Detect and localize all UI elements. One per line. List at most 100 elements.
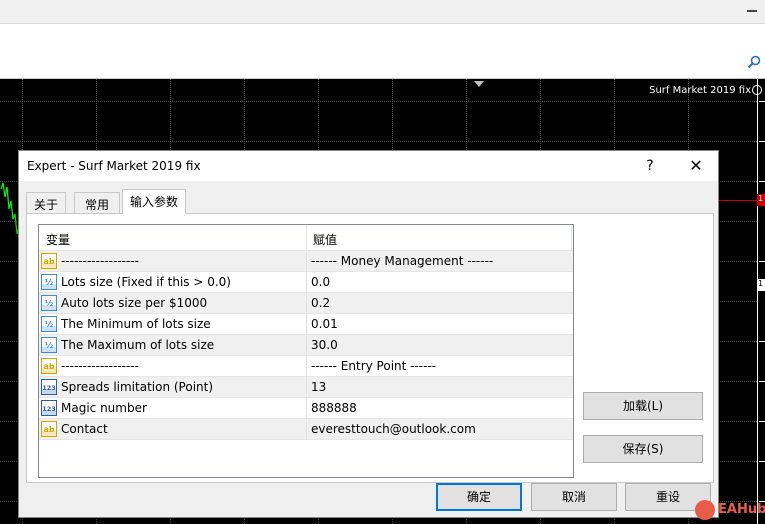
toolbar-area: [0, 24, 765, 79]
parameter-name: The Maximum of lots size: [61, 338, 215, 352]
chart-grid-line: [0, 101, 757, 102]
parameter-value[interactable]: 0.2: [311, 296, 330, 310]
double-type-icon: ½: [41, 337, 57, 353]
price-tick: [759, 461, 765, 462]
price-tick: [759, 261, 765, 262]
svg-text:123: 123: [42, 405, 56, 413]
parameter-value[interactable]: ------ Entry Point ------: [311, 359, 436, 373]
price-label-badge: 1: [757, 279, 765, 291]
menu-bar: [0, 0, 765, 24]
parameter-name: Magic number: [61, 401, 147, 415]
price-axis[interactable]: [757, 79, 765, 524]
column-separator: [306, 377, 307, 398]
table-row[interactable]: ab Contact everesttouch@outlook.com: [39, 419, 573, 440]
string-type-icon: ab: [41, 421, 57, 437]
double-type-icon: ½: [41, 295, 57, 311]
inputs-panel: 变量 赋值 ab ------------------ ------ Money M…: [26, 213, 714, 483]
parameter-name: ------------------: [61, 359, 139, 373]
tab-common-label: 常用: [84, 198, 109, 212]
table-row[interactable]: 123 Magic number 888888: [39, 398, 573, 419]
table-row[interactable]: ab ------------------ ------ Entry Point -…: [39, 356, 573, 377]
parameter-name: Lots size (Fixed if this > 0.0): [61, 275, 231, 289]
double-type-icon: ½: [41, 316, 57, 332]
column-separator: [306, 251, 307, 272]
svg-text:ab: ab: [43, 425, 54, 434]
svg-text:½: ½: [45, 298, 53, 308]
parameter-value[interactable]: 13: [311, 380, 326, 394]
price-tick: [759, 421, 765, 422]
price-candles: [0, 182, 20, 235]
price-tick: [759, 341, 765, 342]
watermark-text: EAHub: [718, 502, 765, 517]
parameter-value[interactable]: everesttouch@outlook.com: [311, 422, 476, 436]
parameter-name: Contact: [61, 422, 108, 436]
tab-about[interactable]: 关于: [26, 192, 66, 213]
table-row[interactable]: ½ The Maximum of lots size 30.0: [39, 335, 573, 356]
parameter-value[interactable]: 888888: [311, 401, 357, 415]
chart-grid-line: [0, 141, 757, 142]
cancel-button[interactable]: 取消: [531, 483, 617, 511]
svg-text:123: 123: [42, 384, 56, 392]
table-row[interactable]: ½ The Minimum of lots size 0.01: [39, 314, 573, 335]
string-type-icon: ab: [41, 253, 57, 269]
parameter-name: Spreads limitation (Point): [61, 380, 214, 394]
current-price-line: [715, 200, 757, 201]
integer-type-icon: 123: [41, 400, 57, 416]
help-button[interactable]: ?: [639, 155, 661, 177]
column-separator: [306, 272, 307, 293]
load-button[interactable]: 加载(L): [583, 392, 703, 420]
column-header-value[interactable]: 赋值: [313, 231, 337, 248]
price-tick: [759, 381, 765, 382]
parameter-value[interactable]: 0.01: [311, 317, 338, 331]
column-separator: [306, 335, 307, 356]
string-type-icon: ab: [41, 358, 57, 374]
parameter-name: ------------------: [61, 254, 139, 268]
parameter-name: Auto lots size per $1000: [61, 296, 208, 310]
svg-text:½: ½: [45, 319, 53, 329]
close-button[interactable]: ✕: [683, 155, 709, 177]
tab-common[interactable]: 常用: [74, 192, 120, 213]
tab-inputs-label: 输入参数: [129, 195, 178, 209]
minimize-icon[interactable]: [747, 10, 757, 12]
integer-type-icon: 123: [41, 379, 57, 395]
column-separator: [571, 225, 572, 251]
dialog-title-bar[interactable]: Expert - Surf Market 2019 fix ? ✕: [19, 151, 718, 181]
parameter-name: The Minimum of lots size: [61, 317, 211, 331]
app-toolbar-area: [0, 0, 765, 79]
column-separator: [306, 398, 307, 419]
eahub-watermark: EAHub: [693, 496, 765, 524]
column-separator: [306, 356, 307, 377]
column-separator: [306, 293, 307, 314]
column-separator: [306, 314, 307, 335]
current-price-badge: 1: [757, 194, 765, 206]
table-body: ab ------------------ ------ Money Managem…: [39, 251, 573, 440]
chart-title: Surf Market 2019 fix: [649, 85, 751, 96]
column-separator: [306, 225, 307, 251]
price-tick: [759, 101, 765, 102]
table-row[interactable]: 123 Spreads limitation (Point) 13: [39, 377, 573, 398]
column-header-variable[interactable]: 变量: [46, 231, 70, 248]
parameter-value[interactable]: 30.0: [311, 338, 338, 352]
save-button[interactable]: 保存(S): [583, 435, 703, 463]
dialog-title: Expert - Surf Market 2019 fix: [27, 159, 201, 173]
price-tick: [759, 181, 765, 182]
table-row[interactable]: ½ Auto lots size per $1000 0.2: [39, 293, 573, 314]
eahub-logo-icon: [695, 500, 715, 520]
column-separator: [306, 419, 307, 440]
search-icon[interactable]: [747, 55, 761, 69]
table-row[interactable]: ½ Lots size (Fixed if this > 0.0) 0.0: [39, 272, 573, 293]
table-row[interactable]: ab ------------------ ------ Money Managem…: [39, 251, 573, 272]
price-tick: [759, 141, 765, 142]
parameter-value[interactable]: ------ Money Management ------: [311, 254, 493, 268]
parameter-value[interactable]: 0.0: [311, 275, 330, 289]
inputs-table[interactable]: 变量 赋值 ab ------------------ ------ Money M…: [38, 224, 574, 478]
expert-properties-dialog: Expert - Surf Market 2019 fix ? ✕ 关于 常用 …: [18, 150, 719, 518]
table-header: 变量 赋值: [39, 225, 573, 251]
ok-button[interactable]: 确定: [436, 483, 522, 511]
tab-inputs[interactable]: 输入参数: [122, 189, 186, 214]
svg-text:½: ½: [45, 340, 53, 350]
svg-text:ab: ab: [43, 362, 54, 371]
tab-about-label: 关于: [33, 198, 58, 212]
svg-text:ab: ab: [43, 257, 54, 266]
chart-shift-marker[interactable]: [474, 81, 484, 87]
